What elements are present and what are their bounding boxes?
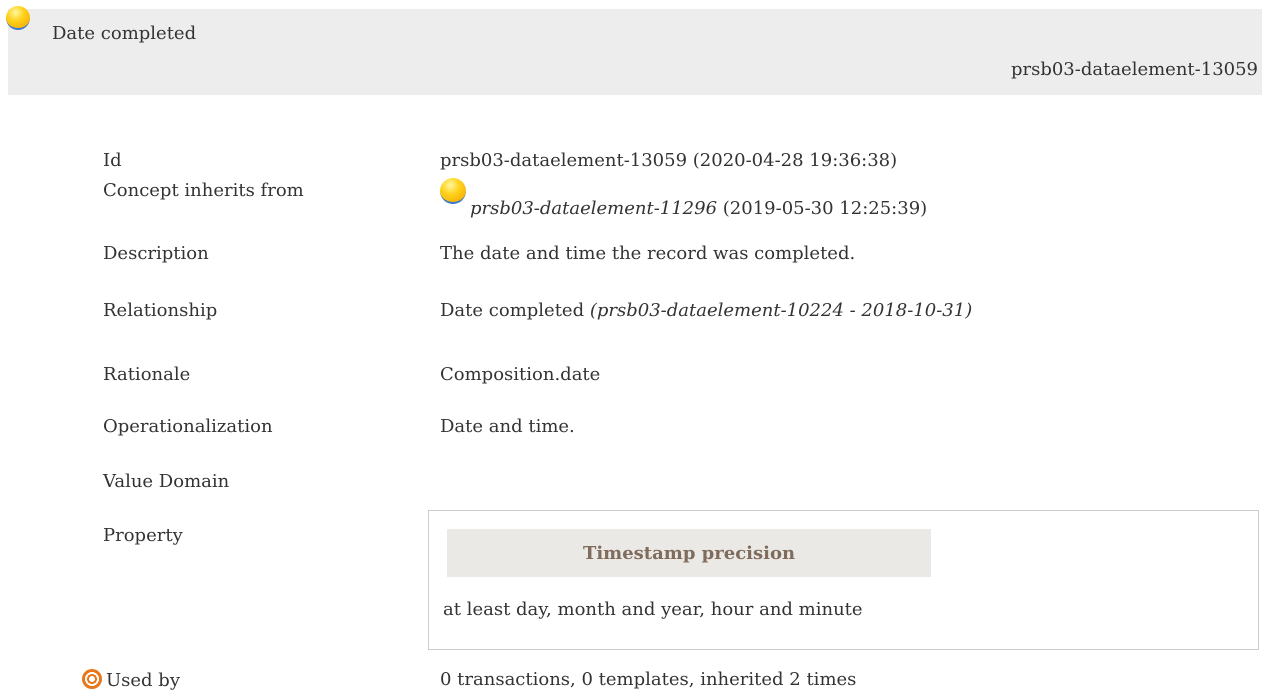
label-value-domain: Value Domain (103, 471, 230, 492)
label-inherits: Concept inherits from (103, 180, 304, 201)
used-by-label: Used by (106, 670, 180, 691)
inherited-concept-date: (2019-05-30 12:25:39) (722, 198, 928, 219)
value-rationale: Composition.date (440, 364, 601, 385)
label-description: Description (103, 243, 209, 264)
label-rationale: Rationale (103, 364, 191, 385)
inherited-concept-link[interactable]: prsb03-dataelement-11296 (470, 198, 717, 219)
value-relationship: Date completed (prsb03-dataelement-10224… (440, 300, 972, 321)
label-id: Id (103, 150, 122, 171)
relationship-name: Date completed (440, 300, 585, 321)
label-relationship: Relationship (103, 300, 218, 321)
value-id: prsb03-dataelement-13059 (2020-04-28 19:… (440, 150, 898, 171)
concept-title-text: Date completed (52, 23, 197, 44)
property-value: at least day, month and year, hour and m… (443, 599, 863, 620)
concept-title: Date completed (18, 23, 196, 44)
value-description: The date and time the record was complet… (440, 243, 856, 264)
value-operationalization: Date and time. (440, 416, 575, 437)
target-icon (82, 669, 102, 689)
label-operationalization: Operationalization (103, 416, 273, 437)
concept-id: prsb03-dataelement-13059 (1010, 59, 1258, 80)
relationship-ref[interactable]: (prsb03-dataelement-10224 - 2018-10-31) (590, 300, 972, 321)
label-property: Property (103, 525, 183, 546)
property-heading: Timestamp precision (447, 529, 931, 577)
label-used-by: Used by (82, 669, 180, 691)
property-table: Timestamp precision at least day, month … (428, 510, 1259, 650)
value-used-by: 0 transactions, 0 templates, inherited 2… (440, 669, 857, 690)
inherited-concept-icon (440, 178, 466, 204)
value-inherits: prsb03-dataelement-11296 (2019-05-30 12:… (440, 178, 928, 219)
concept-header: Date completed prsb03-dataelement-13059 (6, 6, 1262, 95)
